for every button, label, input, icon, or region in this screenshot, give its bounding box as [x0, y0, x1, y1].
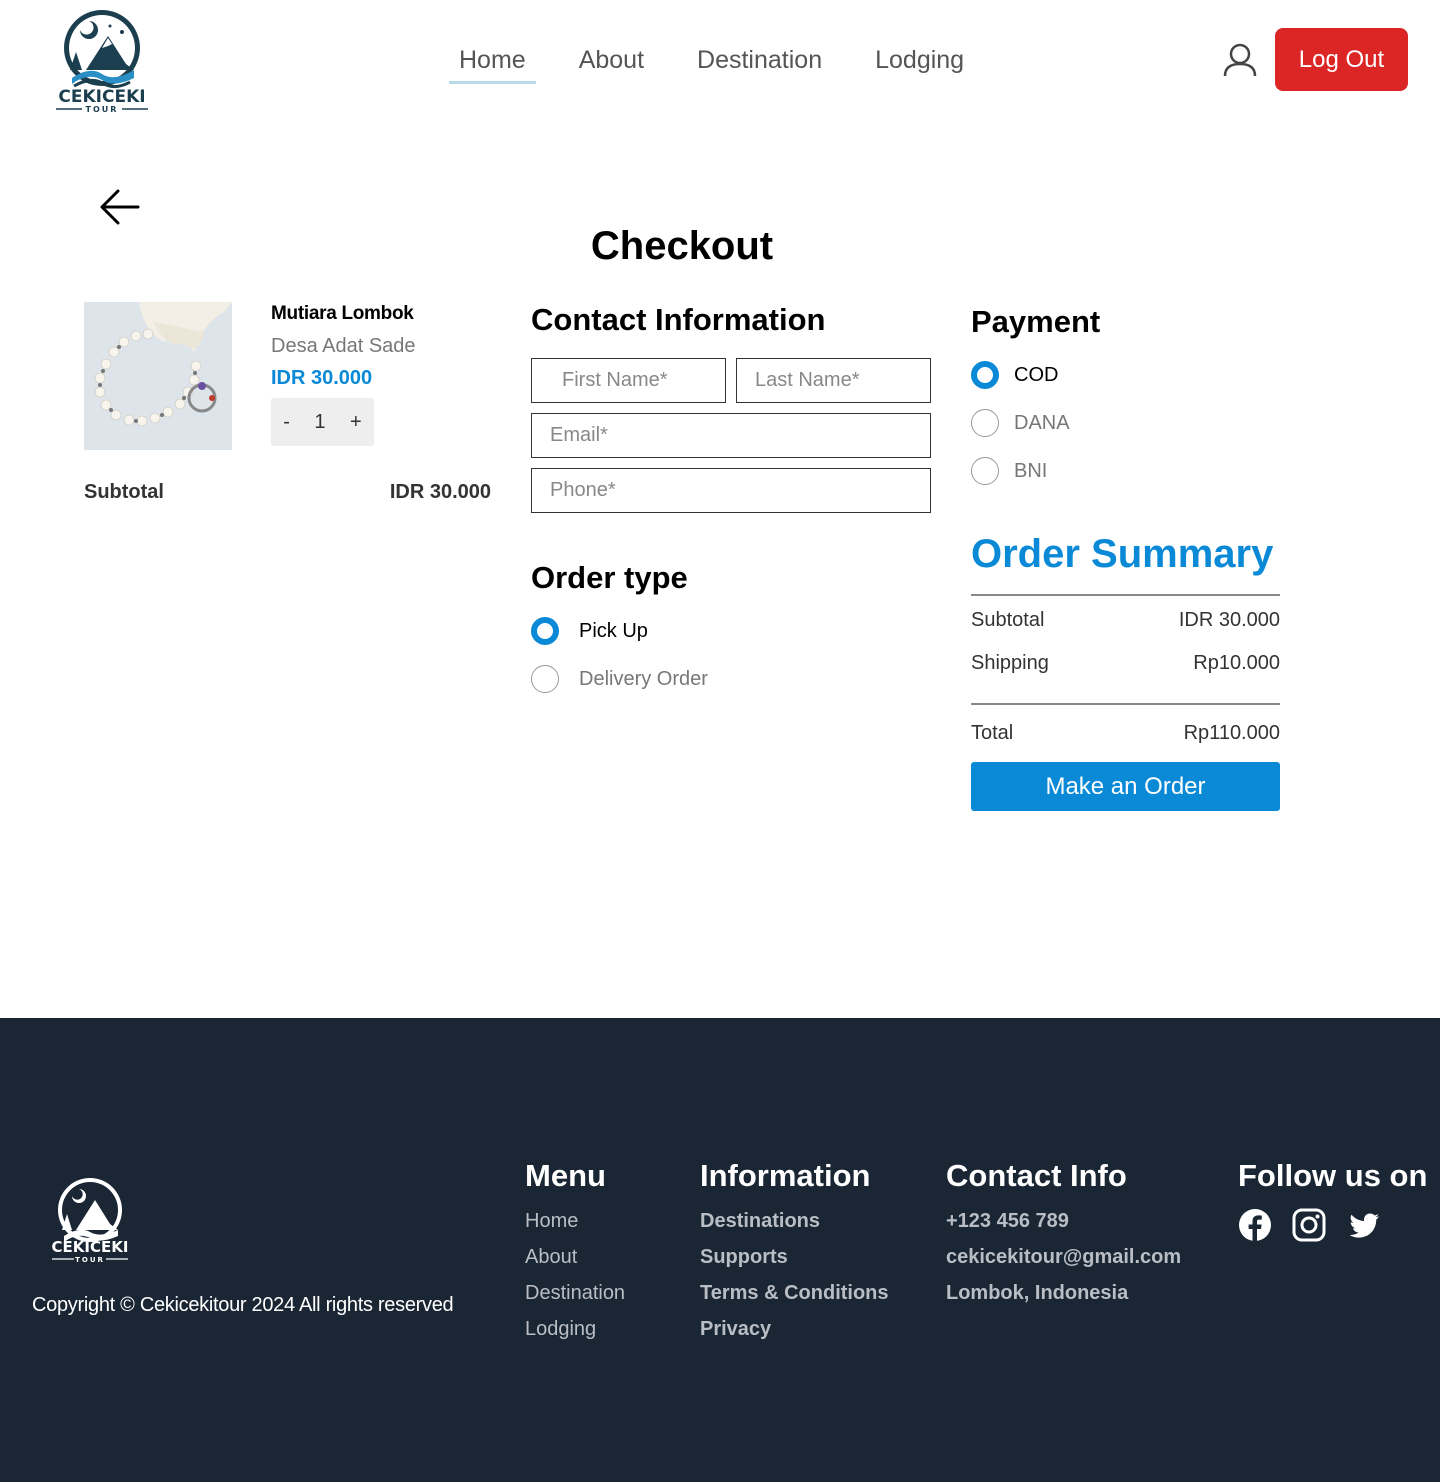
order-summary-title: Order Summary: [971, 532, 1274, 576]
twitter-icon[interactable]: [1349, 1208, 1384, 1242]
payment-title: Payment: [971, 304, 1101, 339]
last-name-field[interactable]: [736, 358, 931, 403]
payment-bni[interactable]: BNI: [971, 457, 1047, 485]
radio-label: Delivery Order: [579, 667, 708, 690]
footer-logo[interactable]: CEKICEKI TOUR: [48, 1174, 132, 1264]
cart-subtotal-label: Subtotal: [84, 481, 164, 503]
nav-destination[interactable]: Destination: [687, 40, 832, 84]
email-field[interactable]: [531, 413, 931, 458]
footer-link-about[interactable]: About: [525, 1246, 577, 1269]
user-icon[interactable]: [1222, 42, 1258, 78]
summary-shipping-value: Rp10.000: [1193, 652, 1280, 674]
svg-text:TOUR: TOUR: [75, 1256, 105, 1264]
cart-subtotal-value: IDR 30.000: [389, 481, 491, 503]
brand-logo[interactable]: CEKICEKI TOUR: [52, 8, 152, 114]
summary-subtotal-value: IDR 30.000: [1178, 609, 1280, 631]
facebook-icon[interactable]: [1238, 1208, 1272, 1242]
radio-label: BNI: [1014, 459, 1048, 482]
summary-shipping-row: Shipping Rp10.000: [971, 652, 1280, 675]
radio-label: COD: [1014, 363, 1059, 386]
footer-address: Lombok, Indonesia: [946, 1282, 1129, 1304]
svg-text:CEKICEKI: CEKICEKI: [52, 1238, 129, 1256]
copyright-text: Copyright © Cekicekitour 2024 All rights…: [32, 1294, 454, 1316]
radio-label: Pick Up: [579, 619, 648, 642]
contact-info-title: Contact Information: [531, 302, 826, 337]
footer-follow-title: Follow us on: [1238, 1158, 1428, 1193]
product-name[interactable]: Mutiara Lombok: [271, 303, 414, 325]
logout-button[interactable]: Log Out: [1275, 28, 1408, 91]
site-footer: CEKICEKI TOUR Copyright © Cekicekitour 2…: [0, 1018, 1440, 1482]
summary-subtotal-label: Subtotal: [971, 609, 1045, 631]
radio-button[interactable]: [971, 409, 999, 437]
qty-value: 1: [314, 410, 326, 433]
summary-subtotal-row: Subtotal IDR 30.000: [971, 609, 1280, 632]
instagram-icon[interactable]: [1292, 1208, 1326, 1242]
summary-divider: [971, 703, 1280, 705]
product-location: Desa Adat Sade: [271, 335, 416, 357]
footer-email[interactable]: cekicekitour@gmail.com: [946, 1246, 1181, 1269]
first-name-field[interactable]: [531, 358, 726, 403]
page-title: Checkout: [590, 224, 774, 268]
summary-shipping-label: Shipping: [971, 652, 1049, 674]
footer-link-supports[interactable]: Supports: [700, 1246, 788, 1269]
qty-increment-button[interactable]: +: [350, 411, 362, 434]
footer-menu-title: Menu: [525, 1158, 606, 1193]
footer-link-privacy[interactable]: Privacy: [700, 1318, 771, 1341]
radio-button[interactable]: [971, 457, 999, 485]
footer-contact-title: Contact Info: [946, 1158, 1127, 1193]
summary-total-row: Total Rp110.000: [971, 722, 1280, 745]
nav-home[interactable]: Home: [449, 40, 536, 84]
quantity-stepper: - 1 +: [271, 398, 374, 446]
product-price: IDR 30.000: [271, 367, 373, 389]
footer-link-destination[interactable]: Destination: [525, 1282, 625, 1305]
order-type-delivery[interactable]: Delivery Order: [531, 665, 708, 693]
qty-decrement-button[interactable]: -: [283, 411, 290, 434]
footer-link-terms[interactable]: Terms & Conditions: [700, 1282, 889, 1305]
back-arrow-icon[interactable]: [98, 188, 142, 226]
order-type-title: Order type: [531, 560, 688, 595]
order-type-pickup[interactable]: Pick Up: [531, 617, 648, 645]
summary-total-value: Rp110.000: [1183, 722, 1280, 744]
footer-link-destinations[interactable]: Destinations: [700, 1210, 820, 1233]
footer-link-lodging[interactable]: Lodging: [525, 1318, 596, 1341]
summary-total-label: Total: [971, 722, 1014, 744]
payment-dana[interactable]: DANA: [971, 409, 1070, 437]
footer-link-home[interactable]: Home: [525, 1210, 578, 1233]
summary-divider: [971, 594, 1280, 596]
footer-phone[interactable]: +123 456 789: [946, 1210, 1069, 1233]
product-image: [84, 302, 232, 450]
nav-lodging[interactable]: Lodging: [865, 40, 974, 84]
radio-button[interactable]: [531, 665, 559, 693]
radio-label: DANA: [1014, 411, 1070, 434]
phone-field[interactable]: [531, 468, 931, 513]
svg-text:TOUR: TOUR: [86, 105, 119, 114]
svg-text:CEKICEKI: CEKICEKI: [58, 87, 145, 107]
payment-cod[interactable]: COD: [971, 361, 1058, 389]
nav-about[interactable]: About: [569, 40, 654, 84]
main-nav: Home About Destination Lodging: [449, 40, 974, 84]
radio-button[interactable]: [971, 361, 999, 389]
radio-button[interactable]: [531, 617, 559, 645]
make-order-button[interactable]: Make an Order: [971, 762, 1280, 811]
footer-information-title: Information: [700, 1158, 871, 1193]
